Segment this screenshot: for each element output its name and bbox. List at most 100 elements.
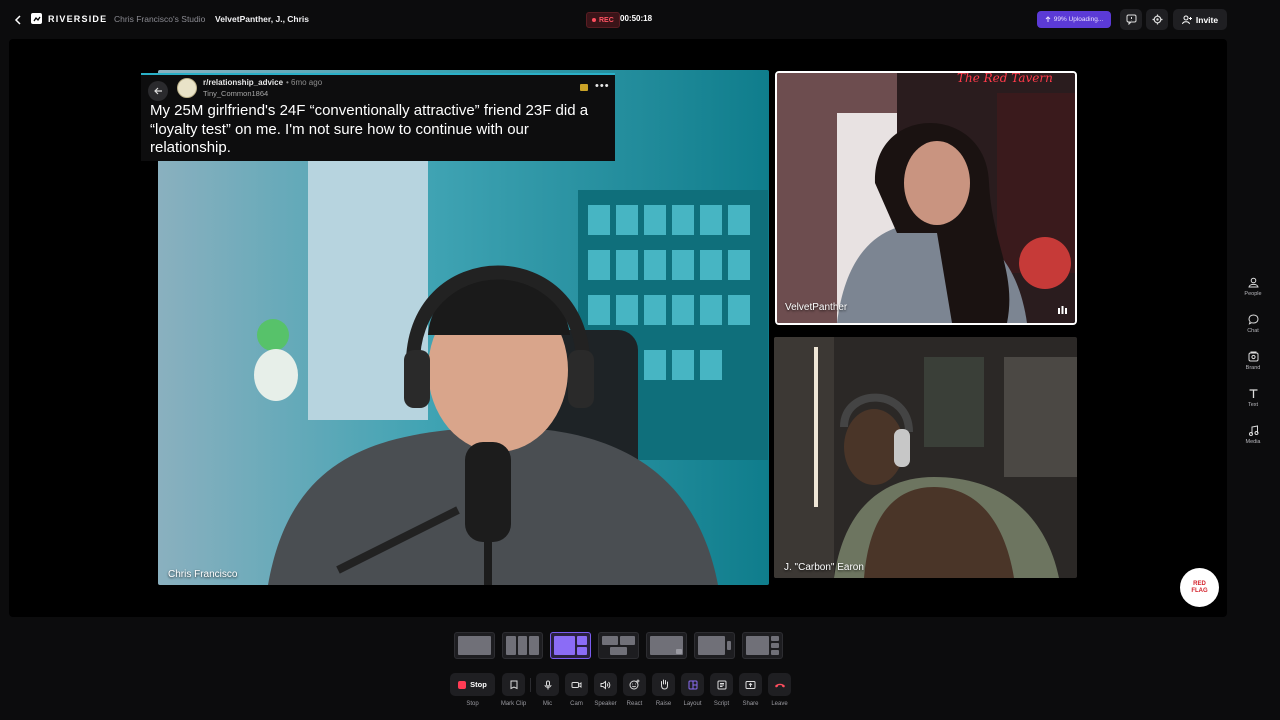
participant-tile-velvetpanther[interactable]: The Red Tavern VelvetPanther <box>775 71 1077 325</box>
speaker-control[interactable]: Speaker <box>591 673 620 707</box>
rail-people[interactable]: People <box>1238 277 1268 297</box>
back-button[interactable] <box>10 12 26 28</box>
hand-icon <box>660 679 668 690</box>
rail-label: Text <box>1247 402 1259 408</box>
invite-button[interactable]: Invite <box>1173 9 1227 30</box>
speaker-button[interactable] <box>594 673 617 696</box>
stop-button[interactable]: Stop <box>450 673 495 696</box>
text-icon <box>1249 389 1257 398</box>
layout-icon <box>688 680 697 689</box>
share-control[interactable]: Share <box>736 673 765 707</box>
control-label: Leave <box>771 701 788 707</box>
layout-control[interactable]: Layout <box>678 673 707 707</box>
camera-icon <box>571 681 582 688</box>
brand-logo-line2: FLAG <box>1191 587 1208 594</box>
stop-button-text: Stop <box>470 680 487 689</box>
mic-control[interactable]: Mic <box>533 673 562 707</box>
feedback-button[interactable] <box>1120 9 1142 30</box>
react-icon <box>629 679 640 690</box>
upload-status[interactable]: 99% Uploading... <box>1037 11 1111 28</box>
subreddit-name[interactable]: r/relationship_advice <box>203 78 283 87</box>
mark-clip-control[interactable]: Mark Clip <box>499 673 528 707</box>
layout-option-pip[interactable] <box>646 632 687 659</box>
speaker-icon <box>600 679 611 690</box>
layout-button[interactable] <box>681 673 704 696</box>
mic-icon <box>544 680 551 689</box>
control-label: React <box>626 701 643 707</box>
participant-tile-earon[interactable]: J. "Carbon" Earon <box>774 337 1077 578</box>
more-options-icon[interactable]: ••• <box>595 80 610 92</box>
layout-option-side-strip[interactable] <box>694 632 735 659</box>
participant-name-earon: J. "Carbon" Earon <box>784 562 864 573</box>
top-bar: RIVERSIDE Chris Francisco's Studio Velve… <box>0 0 1280 40</box>
layout-option-single[interactable] <box>454 632 495 659</box>
gear-icon <box>1152 14 1162 25</box>
audio-level-icon <box>1058 306 1067 314</box>
raise-hand-button[interactable] <box>652 673 675 696</box>
stop-icon <box>458 680 467 689</box>
webcam-video: The Red Tavern <box>777 73 1075 323</box>
rail-text[interactable]: Text <box>1238 388 1268 408</box>
layout-option-grid[interactable] <box>598 632 639 659</box>
participant-name-velvetpanther: VelvetPanther <box>785 302 848 313</box>
layout-option-main-plus-two[interactable] <box>550 632 591 659</box>
control-label: Layout <box>683 701 702 707</box>
raise-hand-control[interactable]: Raise <box>649 673 678 707</box>
control-label: Mark Clip <box>500 701 527 707</box>
post-title: My 25M girlfriend's 24F “conventionally … <box>150 102 589 156</box>
recording-timer: 00:50:18 <box>620 14 653 23</box>
rail-media[interactable]: Media <box>1238 425 1268 445</box>
studio-name[interactable]: Chris Francisco's Studio <box>114 14 205 24</box>
feedback-icon <box>1126 14 1136 25</box>
leave-button[interactable] <box>768 673 791 696</box>
control-label: Script <box>713 701 730 707</box>
brand-icon <box>1248 351 1258 362</box>
hang-up-icon <box>774 683 785 687</box>
chat-icon <box>1247 314 1259 325</box>
script-control[interactable]: Script <box>707 673 736 707</box>
cam-control[interactable]: Cam <box>562 673 591 707</box>
reddit-post-overlay[interactable]: r/relationship_advice • 6mo ago Tiny_Com… <box>141 73 615 161</box>
settings-button[interactable] <box>1146 9 1168 30</box>
stop-recording-control[interactable]: Stop Stop <box>450 673 495 707</box>
share-button[interactable] <box>739 673 762 696</box>
mic-button[interactable] <box>536 673 559 696</box>
react-control[interactable]: React <box>620 673 649 707</box>
script-icon <box>717 680 726 689</box>
session-name[interactable]: VelvetPanther, J., Chris <box>215 14 309 24</box>
control-label: Speaker <box>594 701 617 707</box>
rail-chat[interactable]: Chat <box>1238 314 1268 334</box>
control-label: Mic <box>542 701 553 707</box>
reddit-back-button[interactable] <box>148 81 168 101</box>
invite-label: Invite <box>1195 14 1219 25</box>
riverside-logo-icon <box>31 13 42 24</box>
control-label: Cam <box>570 701 583 707</box>
share-screen-icon <box>745 680 756 689</box>
layout-option-stack[interactable] <box>742 632 783 659</box>
chevron-left-icon <box>14 15 21 25</box>
brand-logo-line1: RED <box>1193 580 1206 587</box>
subreddit-avatar <box>177 78 197 98</box>
leave-control[interactable]: Leave <box>765 673 794 707</box>
brand-logo-badge: RED FLAG <box>1180 568 1219 607</box>
cam-button[interactable] <box>565 673 588 696</box>
divider <box>530 678 531 692</box>
script-button[interactable] <box>710 673 733 696</box>
rail-label: People <box>1244 291 1262 297</box>
participant-name-main: Chris Francisco <box>168 569 238 580</box>
layout-option-three-columns[interactable] <box>502 632 543 659</box>
add-person-icon <box>1181 15 1192 24</box>
rec-label: REC <box>599 16 614 24</box>
control-label: Stop <box>466 701 479 707</box>
rec-dot-icon <box>592 18 596 22</box>
mark-clip-button[interactable] <box>502 673 525 696</box>
rail-brand[interactable]: Brand <box>1238 351 1268 371</box>
post-username[interactable]: Tiny_Common1864 <box>203 89 268 98</box>
post-time-ago: • 6mo ago <box>286 78 323 87</box>
control-label: Raise <box>655 701 672 707</box>
bookmark-icon <box>510 680 517 689</box>
react-button[interactable] <box>623 673 646 696</box>
arrow-left-icon <box>153 87 162 95</box>
riverside-logo[interactable]: RIVERSIDE <box>31 13 107 24</box>
svg-text:The Red Tavern: The Red Tavern <box>957 73 1053 85</box>
